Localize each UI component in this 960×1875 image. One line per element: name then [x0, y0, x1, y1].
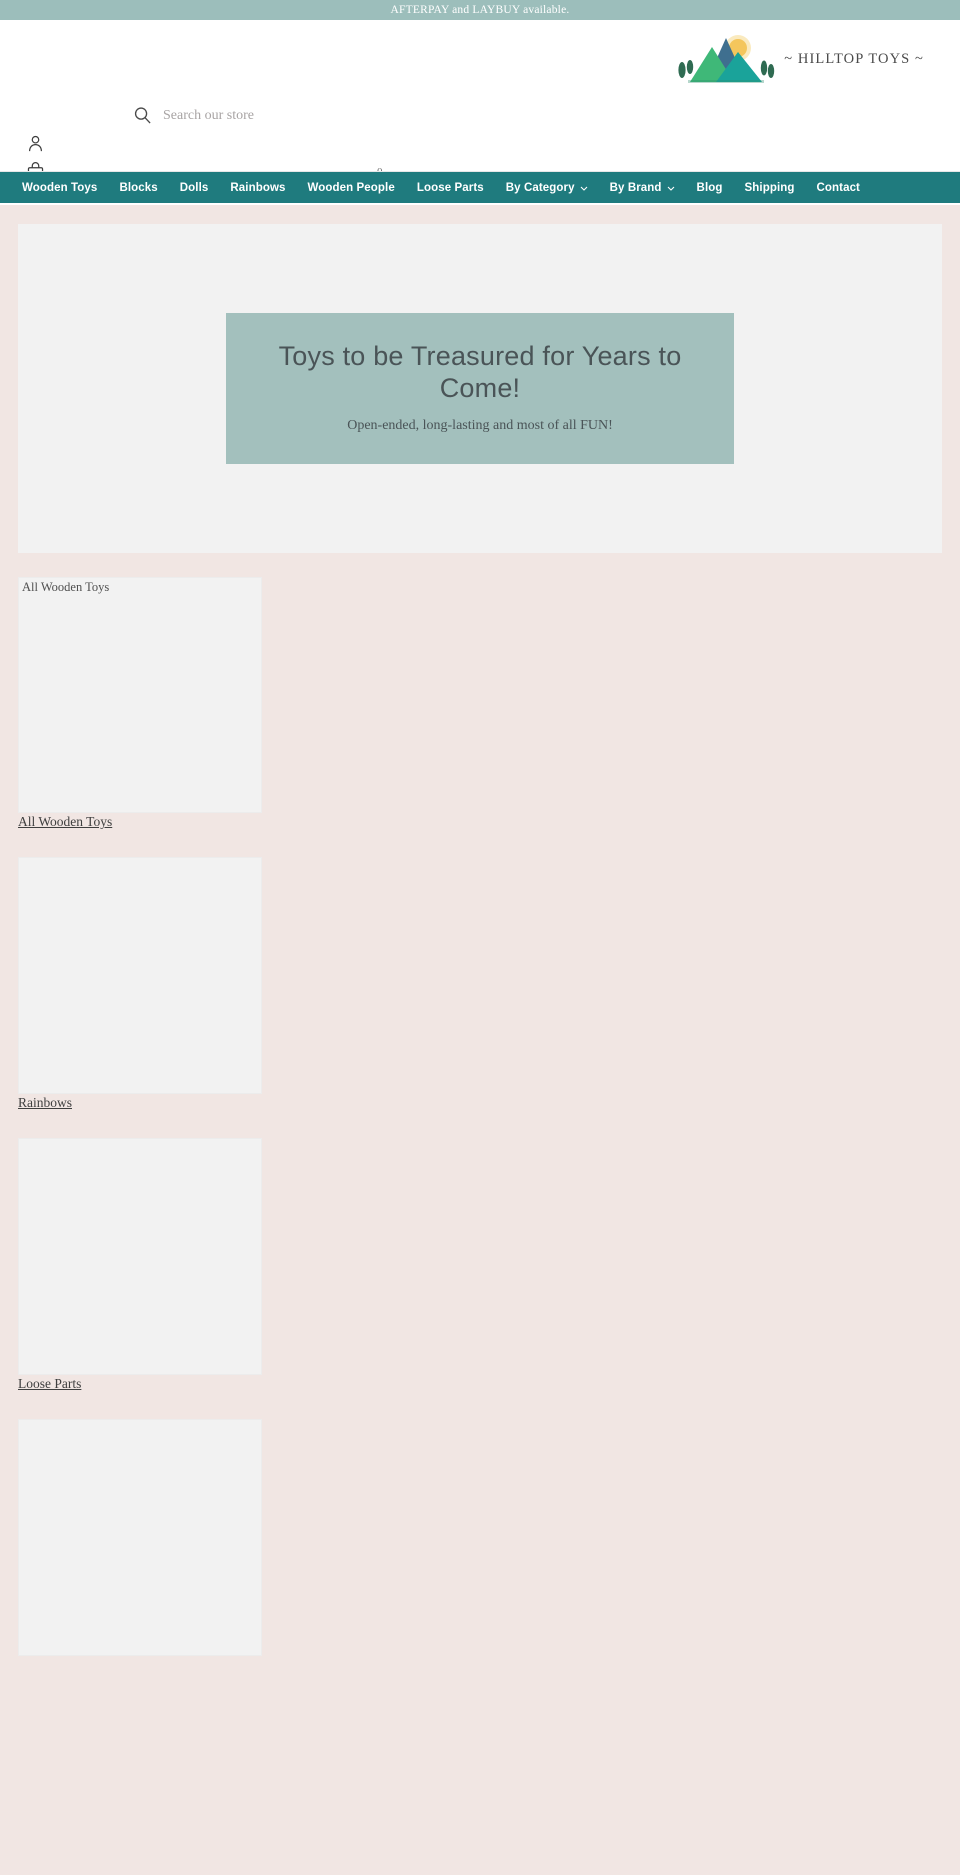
site-logo[interactable]: ~ HILLTOP TOYS ~: [668, 30, 924, 88]
nav-item-dolls[interactable]: Dolls: [180, 182, 209, 194]
nav-item-by-brand[interactable]: By Brand: [610, 182, 675, 194]
nav-item-contact[interactable]: Contact: [816, 182, 860, 194]
logo-wordmark: ~ HILLTOP TOYS ~: [784, 50, 924, 67]
collection-image-alt: All Wooden Toys: [22, 580, 110, 594]
main-navigation: Wooden Toys Blocks Dolls Rainbows Wooden…: [0, 172, 960, 205]
nav-label: By Brand: [609, 182, 662, 194]
collection-link[interactable]: All Wooden Toys: [18, 814, 112, 829]
site-header: ~ HILLTOP TOYS ~ 0: [0, 20, 960, 183]
nav-label: Wooden People: [307, 182, 395, 194]
collection-image[interactable]: All Wooden Toys: [18, 577, 262, 813]
search-icon[interactable]: [133, 106, 152, 125]
nav-label: Shipping: [744, 182, 795, 194]
nav-label: Loose Parts: [416, 182, 484, 194]
nav-label: Blocks: [119, 182, 158, 194]
hero-banner: Toys to be Treasured for Years to Come! …: [18, 224, 942, 553]
announcement-text: AFTERPAY and LAYBUY available.: [390, 4, 570, 16]
nav-item-wooden-people[interactable]: Wooden People: [308, 182, 395, 194]
account-button[interactable]: [26, 134, 45, 153]
collection-image[interactable]: [18, 1138, 262, 1375]
announcement-bar: AFTERPAY and LAYBUY available.: [0, 0, 960, 20]
hero-subheading: Open-ended, long-lasting and most of all…: [347, 417, 613, 433]
search-input[interactable]: [163, 107, 423, 124]
collection-image[interactable]: [18, 857, 262, 1094]
collection-card-next[interactable]: [18, 1419, 942, 1656]
person-icon: [28, 135, 43, 152]
collection-card-loose-parts[interactable]: Loose Parts: [18, 1138, 942, 1393]
collection-link[interactable]: Loose Parts: [18, 1376, 81, 1391]
chevron-down-icon: [580, 186, 588, 191]
nav-bottom-border: [0, 203, 960, 205]
collection-link[interactable]: Rainbows: [18, 1095, 72, 1110]
collection-image[interactable]: [18, 1419, 262, 1656]
nav-label: Dolls: [179, 182, 209, 194]
hero-section: Toys to be Treasured for Years to Come! …: [0, 204, 960, 553]
chevron-down-icon: [667, 186, 674, 191]
nav-item-by-category[interactable]: By Category: [506, 182, 588, 194]
hero-text-card: Toys to be Treasured for Years to Come! …: [226, 313, 734, 464]
nav-item-blocks[interactable]: Blocks: [119, 182, 157, 194]
nav-item-loose-parts[interactable]: Loose Parts: [417, 182, 484, 194]
nav-label: By Category: [505, 182, 575, 194]
mountain-sun-logo-icon: [678, 35, 775, 83]
nav-label: Wooden Toys: [22, 182, 98, 194]
collection-card-rainbows[interactable]: Rainbows: [18, 857, 942, 1112]
nav-item-shipping[interactable]: Shipping: [745, 182, 795, 194]
nav-item-blog[interactable]: Blog: [697, 182, 723, 194]
nav-label: Contact: [816, 182, 860, 194]
nav-label: Blog: [696, 182, 723, 194]
nav-label: Rainbows: [230, 182, 286, 194]
collection-list: All Wooden Toys All Wooden Toys Rainbows…: [0, 553, 960, 1656]
nav-item-wooden-toys[interactable]: Wooden Toys: [22, 182, 97, 194]
hero-heading: Toys to be Treasured for Years to Come!: [278, 341, 682, 403]
collection-card-all-wooden-toys[interactable]: All Wooden Toys All Wooden Toys: [18, 577, 942, 831]
search-bar[interactable]: [133, 106, 423, 125]
nav-item-rainbows[interactable]: Rainbows: [230, 182, 285, 194]
